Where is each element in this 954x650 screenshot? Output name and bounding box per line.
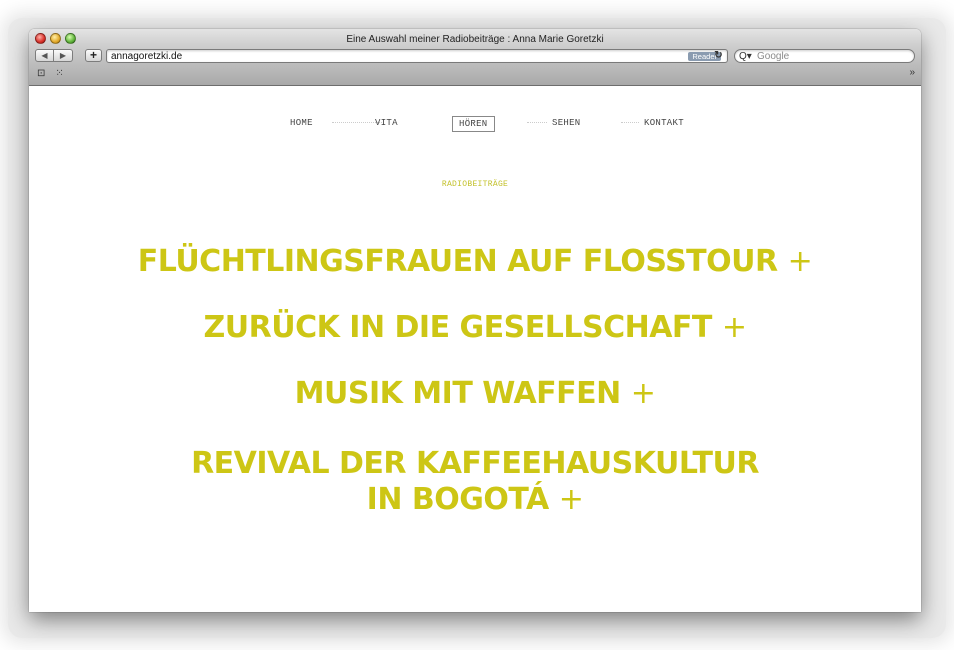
expand-plus-icon[interactable]: +: [788, 244, 813, 279]
radio-item-title: REVIVAL DER KAFFEEHAUSKULTUR: [191, 446, 759, 481]
radio-item[interactable]: MUSIK MIT WAFFEN +: [29, 376, 921, 412]
browser-toolbar: Eine Auswahl meiner Radiobeiträge : Anna…: [29, 29, 921, 86]
radio-item-title: MUSIK MIT WAFFEN: [294, 376, 622, 411]
nav-divider: [527, 122, 547, 124]
browser-window: Eine Auswahl meiner Radiobeiträge : Anna…: [29, 29, 921, 612]
search-field[interactable]: Q▾ Google: [734, 49, 915, 63]
plus-icon: +: [89, 48, 97, 62]
search-placeholder: Google: [757, 51, 790, 62]
nav-home[interactable]: HOME: [290, 116, 313, 130]
page-content: HOME VITA HÖREN SEHEN KONTAKT RADIOBEITR…: [29, 86, 921, 612]
radio-item[interactable]: FLÜCHTLINGSFRAUEN AUF FLOSSTOUR +: [29, 244, 921, 280]
expand-plus-icon[interactable]: +: [631, 376, 656, 411]
bookmarks-overflow-icon[interactable]: »: [909, 67, 915, 78]
expand-plus-icon[interactable]: +: [722, 310, 747, 345]
nav-vita[interactable]: VITA: [375, 116, 398, 130]
window-title: Eine Auswahl meiner Radiobeiträge : Anna…: [346, 34, 604, 45]
nav-divider: [621, 122, 639, 124]
radio-item-title: ZURÜCK IN DIE GESELLSCHAFT: [203, 310, 713, 345]
address-text: annagoretzki.de: [111, 51, 183, 62]
nav-sehen[interactable]: SEHEN: [552, 116, 581, 130]
forward-button[interactable]: ▶: [54, 49, 73, 62]
address-bar[interactable]: annagoretzki.de Reader: [106, 49, 728, 63]
bookmarks-book-icon[interactable]: ⊡: [37, 68, 45, 79]
search-icon: Q▾: [739, 51, 752, 62]
back-button[interactable]: ◀: [35, 49, 54, 62]
radio-item-title-line2: IN BOGOTÁ: [366, 482, 550, 517]
back-arrow-icon: ◀: [41, 51, 48, 60]
radio-item-title: FLÜCHTLINGSFRAUEN AUF FLOSSTOUR: [137, 244, 778, 279]
nav-hoeren[interactable]: HÖREN: [452, 116, 495, 132]
radio-item[interactable]: REVIVAL DER KAFFEEHAUSKULTUR IN BOGOTÁ +: [29, 446, 921, 518]
forward-arrow-icon: ▶: [59, 51, 67, 60]
nav-kontakt[interactable]: KONTAKT: [644, 116, 684, 130]
history-navigation: ◀ ▶: [35, 49, 73, 62]
top-sites-grid-icon[interactable]: ⁙: [55, 68, 63, 79]
reload-icon: ↻: [714, 50, 723, 61]
radio-item[interactable]: ZURÜCK IN DIE GESELLSCHAFT +: [29, 310, 921, 346]
expand-plus-icon[interactable]: +: [559, 482, 584, 517]
reload-button[interactable]: ↻: [711, 49, 726, 63]
site-navigation: HOME VITA HÖREN SEHEN KONTAKT: [29, 116, 921, 132]
bookmarks-bar: ⊡ ⁙: [37, 68, 64, 79]
section-label: RADIOBEITRÄGE: [441, 180, 509, 189]
add-bookmark-button[interactable]: +: [85, 49, 102, 62]
